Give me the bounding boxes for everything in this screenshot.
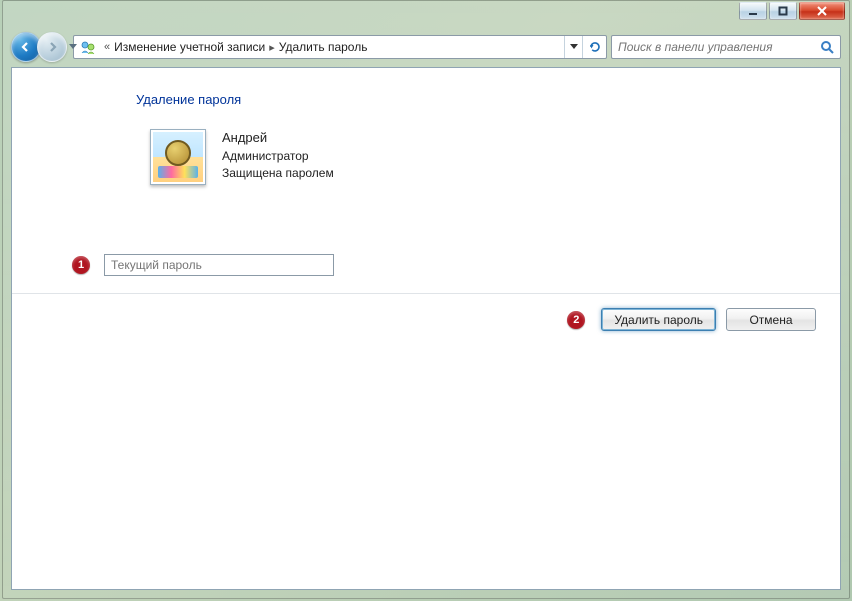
user-accounts-icon <box>78 37 98 57</box>
page-title: Удаление пароля <box>136 92 820 107</box>
maximize-button[interactable] <box>769 2 797 20</box>
callout-badge-2: 2 <box>567 311 585 329</box>
breadcrumb-item-0[interactable]: Изменение учетной записи <box>112 40 267 54</box>
close-icon <box>817 6 827 16</box>
breadcrumb-prefix: « <box>102 41 112 53</box>
account-role: Администратор <box>222 148 334 165</box>
account-block: Андрей Администратор Защищена паролем <box>150 129 820 185</box>
avatar-image <box>153 132 203 182</box>
close-button[interactable] <box>799 2 845 20</box>
account-status: Защищена паролем <box>222 165 334 182</box>
breadcrumb-separator: ▸ <box>267 41 277 54</box>
chevron-down-icon <box>570 44 578 50</box>
account-name: Андрей <box>222 129 334 148</box>
search-input[interactable] <box>618 40 820 54</box>
button-row: 2 Удалить пароль Отмена <box>12 293 840 345</box>
callout-badge-1: 1 <box>72 256 90 274</box>
search-box[interactable] <box>611 35 841 59</box>
refresh-button[interactable] <box>582 36 606 58</box>
nav-history-dropdown[interactable] <box>67 40 79 54</box>
refresh-icon <box>588 40 602 54</box>
forward-button[interactable] <box>37 32 67 62</box>
password-input-row: 1 <box>12 254 840 276</box>
cancel-label: Отмена <box>749 313 792 327</box>
current-password-input[interactable] <box>104 254 334 276</box>
remove-password-label: Удалить пароль <box>614 313 703 327</box>
search-icon <box>820 40 834 54</box>
account-text: Андрей Администратор Защищена паролем <box>222 129 334 183</box>
minimize-button[interactable] <box>739 2 767 20</box>
nav-buttons <box>11 32 69 62</box>
maximize-icon <box>778 6 788 16</box>
arrow-right-icon <box>46 41 58 53</box>
arrow-left-icon <box>20 41 32 53</box>
address-bar[interactable]: « Изменение учетной записи ▸ Удалить пар… <box>73 35 607 59</box>
window-frame: « Изменение учетной записи ▸ Удалить пар… <box>2 0 850 599</box>
remove-password-button[interactable]: Удалить пароль <box>601 308 716 331</box>
window-controls <box>737 2 845 20</box>
minimize-icon <box>748 6 758 16</box>
breadcrumb-item-1[interactable]: Удалить пароль <box>277 40 370 54</box>
cancel-button[interactable]: Отмена <box>726 308 816 331</box>
address-dropdown[interactable] <box>564 36 582 58</box>
chevron-down-icon <box>69 44 77 50</box>
navigation-row: « Изменение учетной записи ▸ Удалить пар… <box>11 29 841 65</box>
avatar <box>150 129 206 185</box>
titlebar <box>3 1 849 25</box>
content-panel: Удаление пароля Андрей Администратор Защ… <box>11 67 841 590</box>
